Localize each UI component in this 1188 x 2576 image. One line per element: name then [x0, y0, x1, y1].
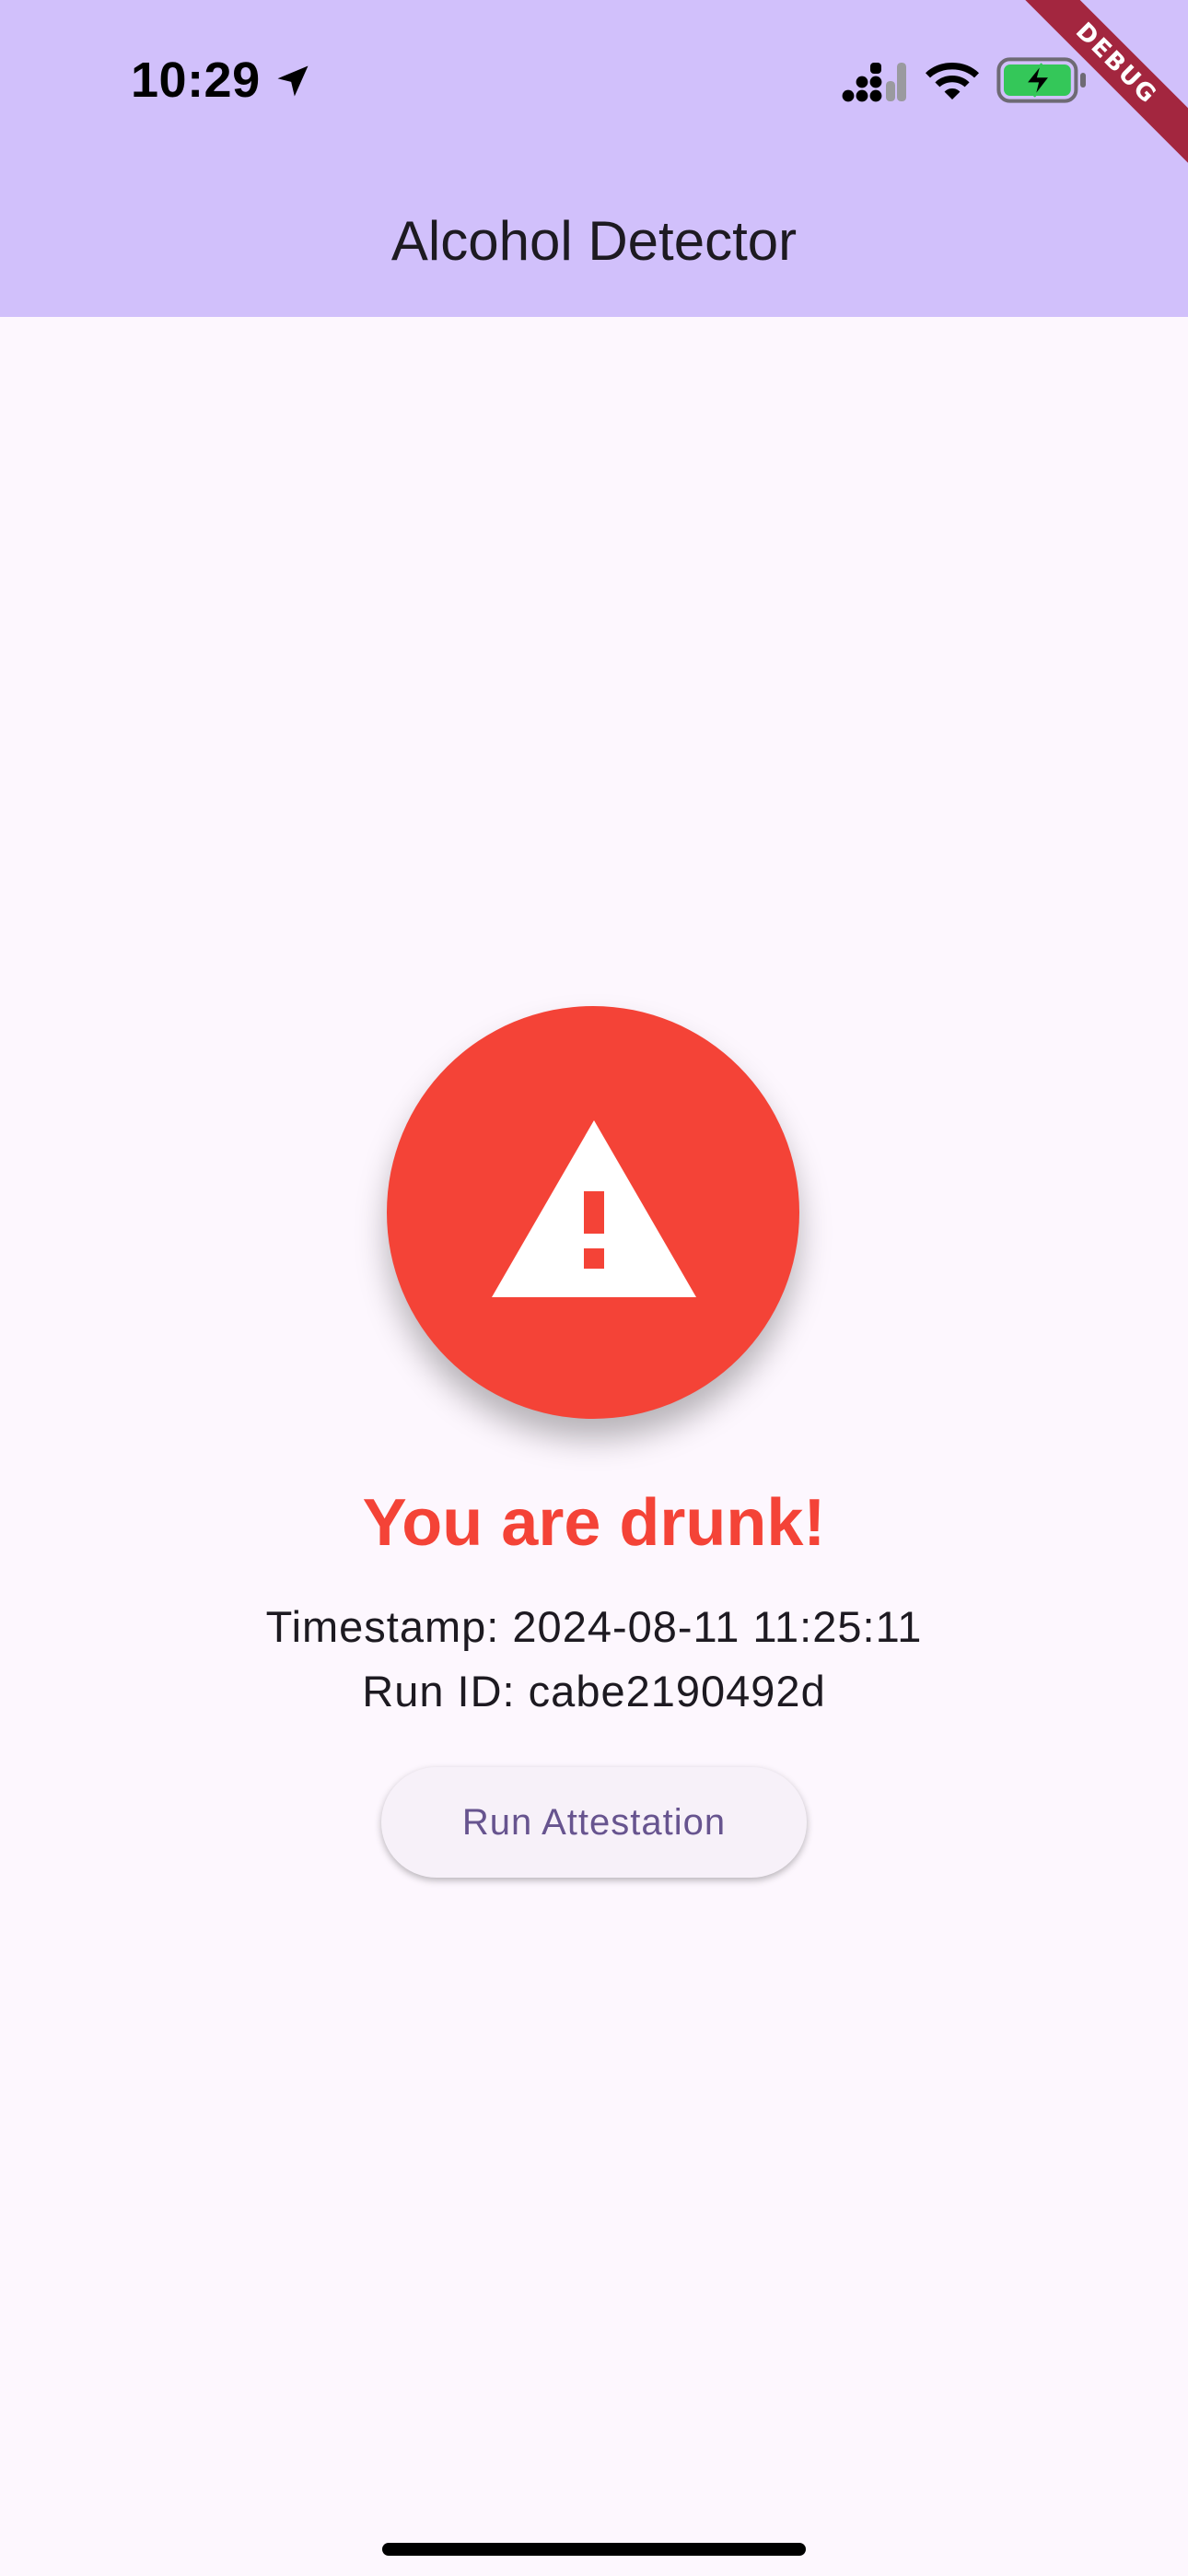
location-arrow-icon [277, 65, 309, 97]
debug-ribbon: DEBUG [1005, 0, 1188, 175]
home-indicator[interactable] [382, 2543, 806, 2556]
run-attestation-button[interactable]: Run Attestation [381, 1767, 807, 1878]
run-id-text: Run ID: cabe2190492d [362, 1667, 826, 1715]
debug-banner: DEBUG [1004, 0, 1188, 184]
wifi-icon [926, 63, 979, 100]
timestamp-text: Timestamp: 2024-08-11 11:25:11 [265, 1602, 923, 1651]
warning-icon [492, 1120, 696, 1297]
debug-label: DEBUG [1069, 17, 1163, 111]
status-time: 10:29 [131, 53, 261, 108]
cellular-signal-icon [842, 63, 906, 102]
app-title: Alcohol Detector [390, 210, 798, 272]
result-title: You are drunk! [362, 1486, 826, 1560]
